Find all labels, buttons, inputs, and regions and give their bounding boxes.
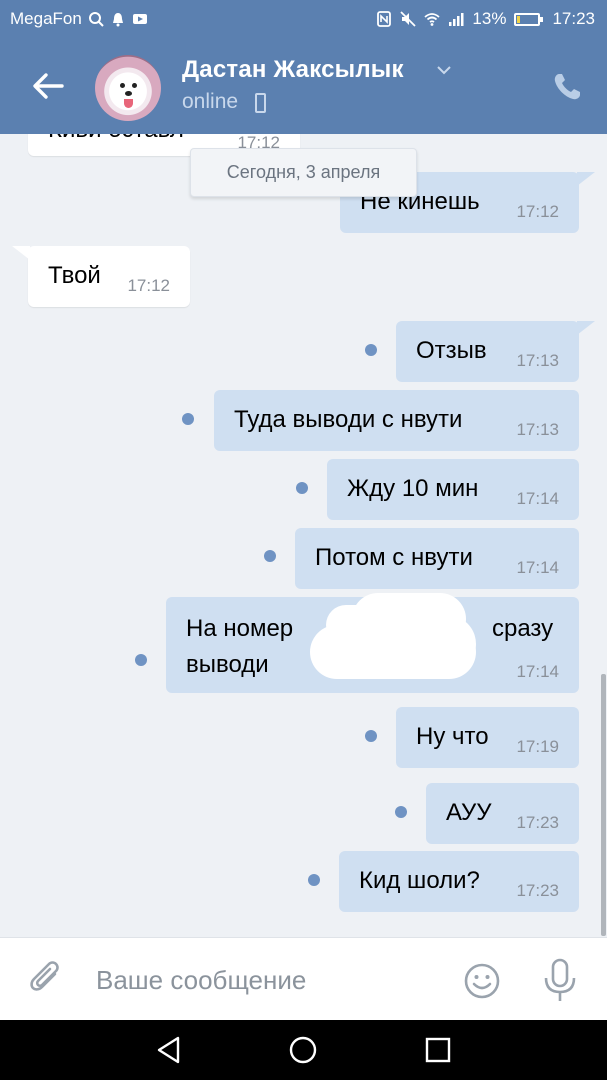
- message-bubble-outgoing[interactable]: На номер сразу выводи 17:14: [166, 593, 579, 693]
- unread-indicator: [395, 806, 407, 818]
- mute-icon: [400, 11, 417, 27]
- message-time: 17:19: [516, 737, 559, 756]
- wifi-icon: [424, 13, 441, 26]
- status-bar: MegaFon 13% 17:23: [0, 0, 607, 38]
- message-text: Кид шоли?: [359, 867, 480, 894]
- scrollbar[interactable]: [601, 674, 606, 936]
- contact-name[interactable]: Дастан Жаксылык: [182, 56, 404, 84]
- smiley-icon[interactable]: [463, 962, 501, 1000]
- message-input[interactable]: [96, 960, 436, 1000]
- unread-indicator: [365, 344, 377, 356]
- message-bubble-outgoing[interactable]: Жду 10 мин 17:14: [327, 459, 579, 520]
- video-notification-icon: [132, 14, 147, 24]
- message-time: 17:14: [516, 558, 559, 577]
- chevron-down-icon[interactable]: [436, 64, 452, 76]
- message-bubble-outgoing[interactable]: Кид шоли? 17:23: [339, 851, 579, 912]
- unread-indicator: [264, 550, 276, 562]
- back-arrow-icon[interactable]: [28, 66, 68, 106]
- message-list[interactable]: Киви оставл 17:12 Не кинешь 17:12 Сегодн…: [0, 134, 607, 937]
- nfc-icon: [377, 11, 392, 27]
- message-time: 17:14: [516, 662, 559, 681]
- message-text: Потом с нвути: [315, 544, 473, 571]
- message-bubble-incoming[interactable]: Твой 17:12: [12, 246, 190, 307]
- paperclip-icon[interactable]: [28, 960, 66, 1000]
- message-time: 17:23: [516, 813, 559, 832]
- microphone-icon[interactable]: [540, 958, 580, 1004]
- signal-icon: [449, 13, 464, 26]
- message-text: Киви оставл: [48, 134, 184, 144]
- avatar[interactable]: [95, 55, 161, 121]
- battery-icon: [514, 12, 544, 26]
- date-separator: Сегодня, 3 апреля: [190, 148, 417, 197]
- unread-indicator: [135, 654, 147, 666]
- message-time: 17:12: [127, 276, 170, 295]
- message-text: Жду 10 мин: [347, 475, 479, 502]
- message-composer: [0, 937, 607, 1021]
- message-time: 17:12: [516, 202, 559, 221]
- message-text: АУУ: [446, 799, 492, 826]
- message-bubble-outgoing[interactable]: Отзыв 17:13: [396, 321, 595, 382]
- clock: 17:23: [552, 9, 595, 28]
- system-navigation-bar: [0, 1020, 607, 1080]
- carrier-label: MegaFon: [10, 9, 82, 28]
- mobile-device-icon: [255, 93, 266, 113]
- unread-indicator: [296, 482, 308, 494]
- message-bubble-outgoing[interactable]: Туда выводи с нвути 17:13: [214, 390, 579, 451]
- message-text: Туда выводи с нвути: [234, 406, 463, 433]
- message-time: 17:14: [516, 489, 559, 508]
- alarm-notification-icon: [112, 13, 123, 27]
- message-time: 17:13: [516, 420, 559, 439]
- message-bubble-outgoing[interactable]: Ну что 17:19: [396, 707, 579, 768]
- search-notification-icon: [88, 12, 104, 27]
- message-text: Ну что: [416, 723, 489, 750]
- phone-icon[interactable]: [550, 70, 584, 104]
- circle-home-icon[interactable]: [288, 1035, 318, 1065]
- triangle-back-icon[interactable]: [154, 1035, 184, 1065]
- message-text: Твой: [48, 262, 101, 289]
- unread-indicator: [308, 874, 320, 886]
- battery-percent: 13%: [472, 9, 507, 28]
- unread-indicator: [365, 730, 377, 742]
- message-text-line1: На номер: [186, 615, 294, 642]
- message-text-line2: выводи: [186, 651, 269, 678]
- message-text: Отзыв: [416, 337, 487, 364]
- message-text-line1-end: сразу: [492, 615, 554, 642]
- message-bubble-outgoing[interactable]: АУУ 17:23: [426, 783, 579, 844]
- message-time: 17:23: [516, 881, 559, 900]
- square-recent-icon[interactable]: [425, 1037, 451, 1063]
- contact-status: online: [182, 90, 239, 113]
- message-time: 17:13: [516, 351, 559, 370]
- chat-header: Дастан Жаксылык online: [0, 38, 607, 134]
- message-bubble-outgoing[interactable]: Потом с нвути 17:14: [295, 528, 579, 589]
- unread-indicator: [182, 413, 194, 425]
